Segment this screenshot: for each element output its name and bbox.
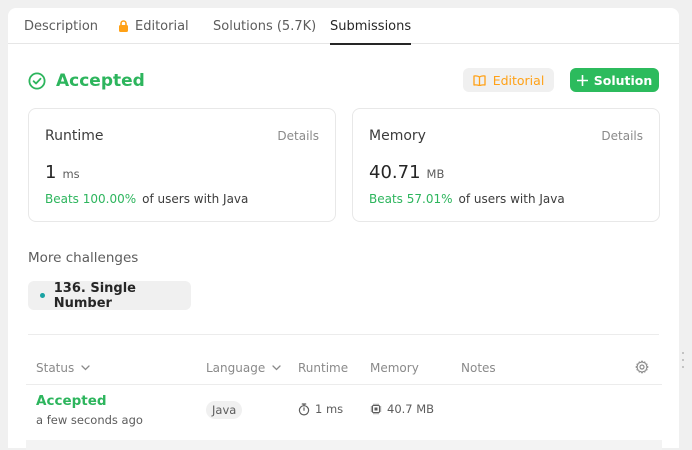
tab-solutions[interactable]: Solutions (5.7K) [213,8,316,44]
memory-title: Memory [369,128,426,144]
stopwatch-icon [298,402,310,416]
notes-header-label: Notes [461,361,496,375]
tab-editorial[interactable]: Editorial [118,8,189,44]
chevron-down-icon [81,365,90,371]
runtime-details-link[interactable]: Details [277,129,319,143]
next-row-strip [26,440,662,450]
submission-panel: Description Editorial Solutions (5.7K) S… [8,8,679,450]
runtime-header-label: Runtime [298,361,349,375]
lock-icon [118,20,129,32]
row-runtime-cell: 1 ms [298,402,343,416]
tab-submissions[interactable]: Submissions [330,8,412,45]
check-circle-icon [28,72,46,90]
memory-beats: Beats 57.01% [369,192,453,206]
memory-column-header: Memory [370,361,419,375]
row-memory: 40.7 MB [387,402,435,416]
tab-description[interactable]: Description [24,8,98,44]
tab-bar: Description Editorial Solutions (5.7K) S… [8,8,679,45]
panel-resize-handle[interactable] [682,352,686,368]
tab-solutions-label: Solutions (5.7K) [213,18,317,34]
runtime-value: 1 [45,162,57,183]
memory-beats-suffix: of users with Java [458,192,565,206]
memory-beats-row: Beats 57.01% of users with Java [369,192,565,206]
chevron-down-icon [272,365,281,371]
tab-editorial-label: Editorial [135,18,189,34]
book-icon [473,74,486,86]
runtime-unit: ms [62,167,80,181]
row-timestamp: a few seconds ago [36,413,143,427]
row-runtime: 1 ms [315,402,344,416]
runtime-title: Runtime [45,128,104,144]
runtime-beats-suffix: of users with Java [142,192,249,206]
result-status: Accepted [56,71,145,91]
table-header-divider [26,384,662,385]
tab-submissions-label: Submissions [330,18,412,34]
runtime-column-header: Runtime [298,361,348,375]
chip-icon [370,403,382,415]
challenge-link[interactable]: 136. Single Number [28,280,191,311]
difficulty-dot-icon [40,293,45,298]
runtime-beats: Beats 100.00% [45,192,137,206]
memory-value-row: 40.71 MB [369,162,444,183]
row-status-link[interactable]: Accepted [36,393,143,409]
editorial-button[interactable]: Editorial [463,68,554,92]
table-row-status-cell: Accepted a few seconds ago [36,393,143,427]
memory-unit: MB [426,167,445,181]
result-header: Accepted [28,68,145,94]
plus-icon [576,74,588,86]
memory-details-link[interactable]: Details [601,129,643,143]
notes-column-header: Notes [461,361,496,375]
language-badge: Java [206,401,243,419]
gear-icon[interactable] [635,360,651,376]
runtime-value-row: 1 ms [45,162,80,183]
memory-value: 40.71 [369,162,421,183]
memory-card: Memory Details 40.71 MB Beats 57.01% of us… [352,108,660,222]
add-solution-button-label: Solution [593,72,653,88]
row-memory-cell: 40.7 MB [370,402,434,416]
add-solution-button[interactable]: Solution [570,68,659,92]
runtime-card: Runtime Details 1 ms Beats 100.00% of user… [28,108,336,222]
tab-description-label: Description [24,18,99,34]
more-challenges-title: More challenges [28,250,139,266]
status-column-header[interactable]: Status [36,361,90,375]
memory-header-label: Memory [370,361,419,375]
challenge-link-label: 136. Single Number [53,280,136,311]
editorial-button-label: Editorial [492,72,545,88]
language-header-label: Language [206,361,266,375]
runtime-beats-row: Beats 100.00% of users with Java [45,192,248,206]
section-divider [28,334,659,335]
language-column-header[interactable]: Language [206,361,281,375]
status-header-label: Status [36,361,75,375]
